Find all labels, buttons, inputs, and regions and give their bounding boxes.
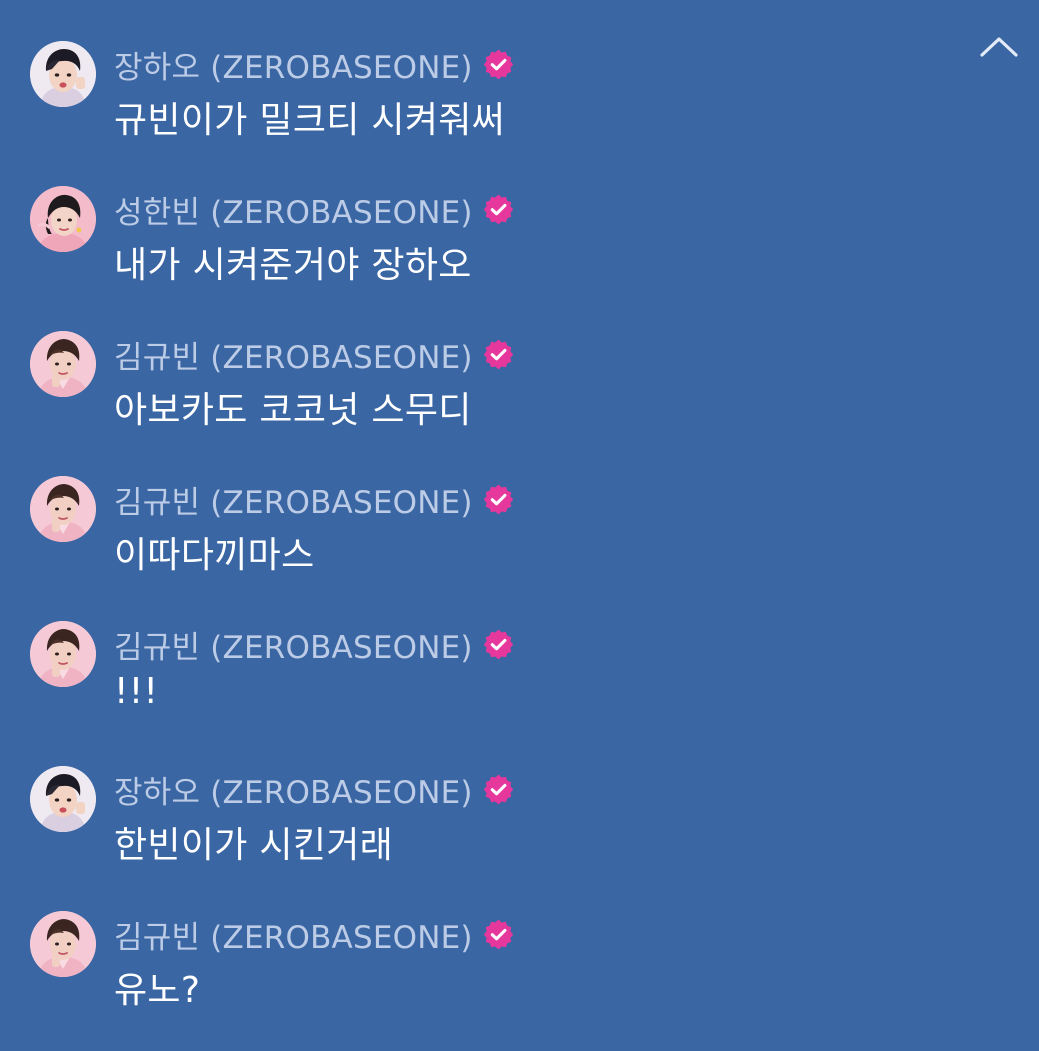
avatar-zhang-hao-icon [30, 41, 96, 107]
chat-message: 김규빈 (ZEROBASEONE) !!! [0, 621, 980, 761]
collapse-chat-button[interactable] [977, 30, 1021, 64]
verified-badge-icon [483, 194, 514, 225]
chat-message: 성한빈 (ZEROBASEONE) 내가 시켜준거야 장하오 [0, 186, 980, 326]
message-author: 장하오 (ZEROBASEONE) [114, 767, 514, 811]
verified-badge-icon [483, 919, 514, 950]
message-author: 김규빈 (ZEROBASEONE) [114, 912, 514, 956]
avatar[interactable] [30, 186, 96, 252]
verified-badge-icon [483, 629, 514, 660]
avatar[interactable] [30, 41, 96, 107]
avatar-sung-hanbin-icon [30, 186, 96, 252]
avatar-kim-gyuvin-icon [30, 331, 96, 397]
message-text: 이따다끼마스 [114, 535, 315, 576]
author-name[interactable]: 김규빈 (ZEROBASEONE) [114, 622, 473, 667]
chat-message: 김규빈 (ZEROBASEONE) 이따다끼마스 [0, 476, 980, 616]
author-name[interactable]: 성한빈 (ZEROBASEONE) [114, 187, 473, 232]
message-text: !!! [114, 671, 159, 712]
live-chat-panel: 장하오 (ZEROBASEONE) 규빈이가 밀크티 시켜줘써 성한빈 (ZER… [0, 0, 1039, 1043]
chat-message: 김규빈 (ZEROBASEONE) 유노? [0, 911, 980, 1051]
avatar[interactable] [30, 621, 96, 687]
avatar-kim-gyuvin-icon [30, 911, 96, 977]
chat-message: 장하오 (ZEROBASEONE) 한빈이가 시킨거래 [0, 766, 980, 906]
message-text: 유노? [114, 970, 201, 1011]
avatar-kim-gyuvin-icon [30, 621, 96, 687]
message-author: 김규빈 (ZEROBASEONE) [114, 332, 514, 376]
author-name[interactable]: 김규빈 (ZEROBASEONE) [114, 332, 473, 377]
avatar[interactable] [30, 911, 96, 977]
avatar-zhang-hao-icon [30, 766, 96, 832]
message-author: 성한빈 (ZEROBASEONE) [114, 187, 514, 231]
chat-message: 김규빈 (ZEROBASEONE) 아보카도 코코넛 스무디 [0, 331, 980, 471]
author-name[interactable]: 김규빈 (ZEROBASEONE) [114, 912, 473, 957]
message-text: 한빈이가 시킨거래 [114, 825, 394, 866]
message-author: 김규빈 (ZEROBASEONE) [114, 477, 514, 521]
avatar-kim-gyuvin-icon [30, 476, 96, 542]
message-text: 내가 시켜준거야 장하오 [114, 245, 472, 286]
verified-badge-icon [483, 339, 514, 370]
chevron-up-icon [980, 37, 1018, 57]
verified-badge-icon [483, 484, 514, 515]
author-name[interactable]: 장하오 (ZEROBASEONE) [114, 42, 473, 87]
avatar[interactable] [30, 331, 96, 397]
chat-message: 장하오 (ZEROBASEONE) 규빈이가 밀크티 시켜줘써 [0, 41, 980, 181]
author-name[interactable]: 김규빈 (ZEROBASEONE) [114, 477, 473, 522]
verified-badge-icon [483, 774, 514, 805]
avatar[interactable] [30, 476, 96, 542]
avatar[interactable] [30, 766, 96, 832]
author-name[interactable]: 장하오 (ZEROBASEONE) [114, 767, 473, 812]
message-text: 규빈이가 밀크티 시켜줘써 [114, 100, 506, 141]
message-author: 장하오 (ZEROBASEONE) [114, 42, 514, 86]
message-author: 김규빈 (ZEROBASEONE) [114, 622, 514, 666]
verified-badge-icon [483, 49, 514, 80]
message-text: 아보카도 코코넛 스무디 [114, 390, 472, 431]
